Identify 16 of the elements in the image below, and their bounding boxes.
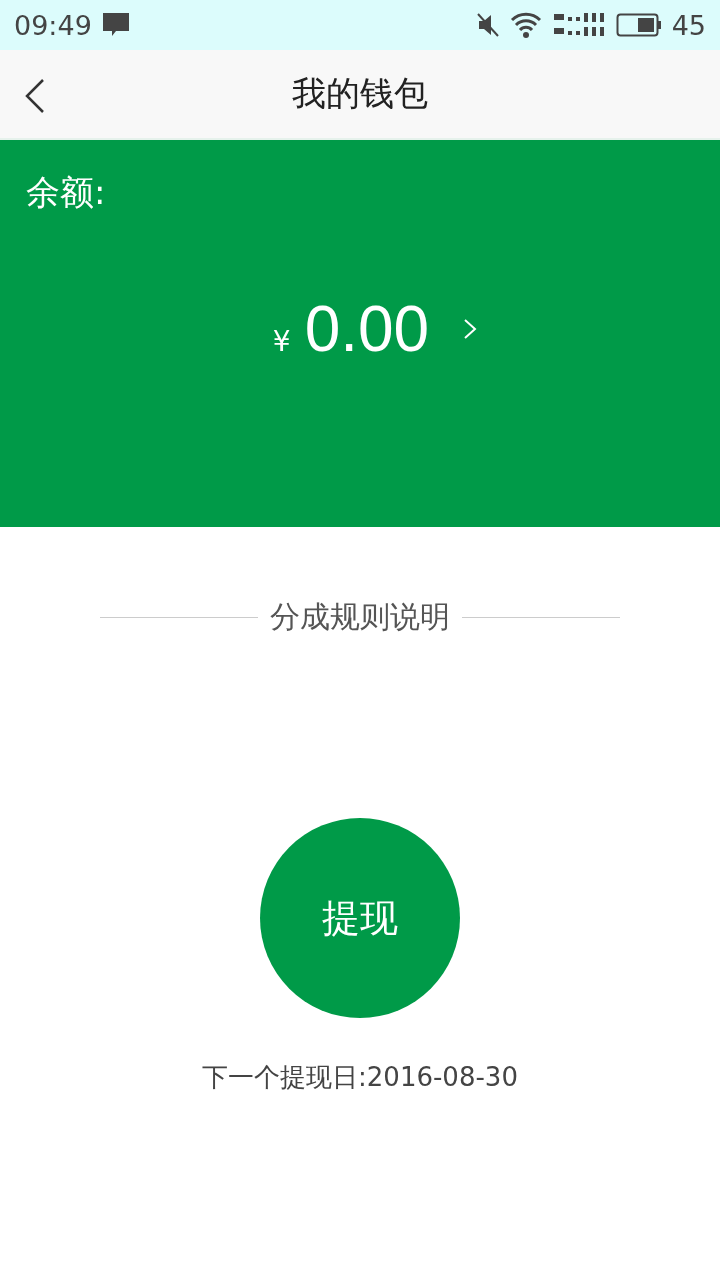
back-icon[interactable] <box>24 78 46 114</box>
withdraw-button[interactable]: 提现 <box>260 818 460 1018</box>
balance-amount[interactable]: 0.00 <box>304 292 430 366</box>
wifi-icon <box>509 11 544 39</box>
rules-link[interactable]: 分成规则说明 <box>270 597 450 638</box>
balance-label: 余额: <box>26 171 107 214</box>
next-withdraw-date: 下一个提现日:2016-08-30 <box>202 1061 518 1094</box>
mute-icon <box>475 12 500 38</box>
signal-icon <box>553 11 606 39</box>
battery-level: 45 <box>671 9 706 41</box>
battery-icon <box>615 12 662 38</box>
currency-symbol: ¥ <box>272 325 291 358</box>
page-title: 我的钱包 <box>292 72 428 115</box>
status-time: 09:49 <box>14 9 92 41</box>
message-icon <box>101 12 130 38</box>
chevron-right-icon[interactable] <box>463 318 478 340</box>
